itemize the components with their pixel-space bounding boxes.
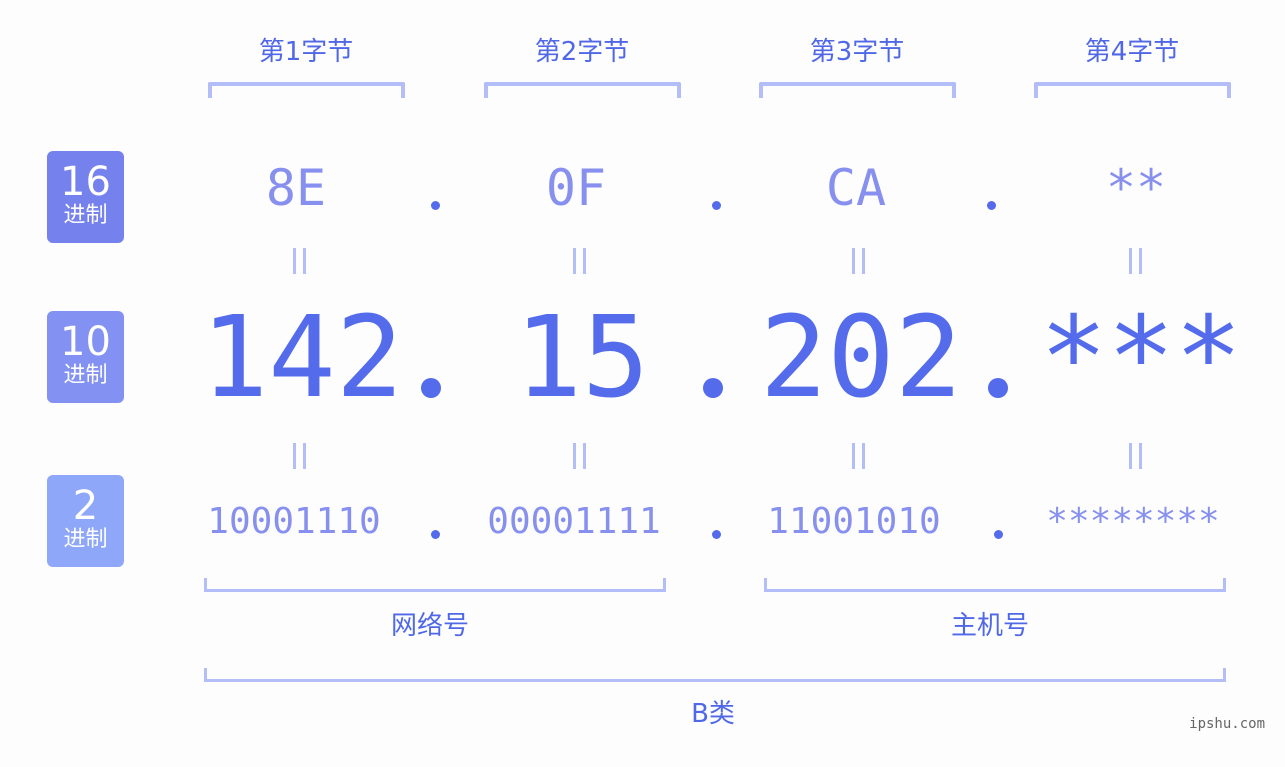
equals-icon xyxy=(852,248,866,274)
byte-header-3: 第3字节 xyxy=(809,37,905,67)
host-label: 主机号 xyxy=(950,611,1029,641)
hex-separator-2 xyxy=(712,201,721,210)
bin-separator-2 xyxy=(712,530,721,539)
bin-byte-1: 10001110 xyxy=(207,501,381,542)
bin-byte-2: 00001111 xyxy=(487,501,661,542)
dec-byte-1: 142 xyxy=(200,293,404,423)
hex-separator-3 xyxy=(987,201,996,210)
badge-hex-number: 16 xyxy=(60,159,111,205)
dec-byte-3: 202 xyxy=(759,293,963,423)
dec-separator-2 xyxy=(703,378,723,398)
hex-byte-3: CA xyxy=(825,159,887,217)
badge-dec-unit: 进制 xyxy=(63,363,108,388)
dec-byte-2: 15 xyxy=(514,293,650,423)
badge-dec: 10 进制 xyxy=(47,311,124,403)
bin-byte-4: ******** xyxy=(1046,501,1220,542)
badge-hex-unit: 进制 xyxy=(63,203,108,228)
hex-byte-4: ** xyxy=(1105,159,1167,217)
dec-byte-4: *** xyxy=(1039,293,1243,423)
hex-separator-1 xyxy=(431,201,440,210)
equals-icon xyxy=(1129,248,1143,274)
badge-bin-unit: 进制 xyxy=(63,527,108,552)
byte-bracket-3 xyxy=(759,82,956,98)
network-bracket xyxy=(204,578,666,592)
dec-separator-3 xyxy=(988,378,1008,398)
bin-separator-3 xyxy=(994,530,1003,539)
hex-byte-1: 8E xyxy=(265,159,327,217)
dec-separator-1 xyxy=(421,378,441,398)
equals-icon xyxy=(573,443,587,469)
byte-header-2: 第2字节 xyxy=(534,37,630,67)
byte-bracket-2 xyxy=(484,82,681,98)
bin-byte-3: 11001010 xyxy=(767,501,941,542)
badge-bin: 2 进制 xyxy=(47,475,124,567)
equals-icon xyxy=(1129,443,1143,469)
host-bracket xyxy=(764,578,1226,592)
equals-icon xyxy=(573,248,587,274)
badge-bin-number: 2 xyxy=(72,483,99,529)
class-bracket xyxy=(204,668,1226,682)
watermark: ipshu.com xyxy=(1189,716,1265,732)
byte-header-1: 第1字节 xyxy=(258,37,354,67)
byte-header-4: 第4字节 xyxy=(1084,37,1180,67)
class-label: B类 xyxy=(691,699,735,729)
badge-hex: 16 进制 xyxy=(47,151,124,243)
byte-bracket-1 xyxy=(208,82,405,98)
byte-bracket-4 xyxy=(1034,82,1231,98)
network-label: 网络号 xyxy=(390,611,469,641)
equals-icon xyxy=(293,248,307,274)
equals-icon xyxy=(852,443,866,469)
equals-icon xyxy=(293,443,307,469)
badge-dec-number: 10 xyxy=(60,319,111,365)
bin-separator-1 xyxy=(431,530,440,539)
hex-byte-2: 0F xyxy=(545,159,607,217)
